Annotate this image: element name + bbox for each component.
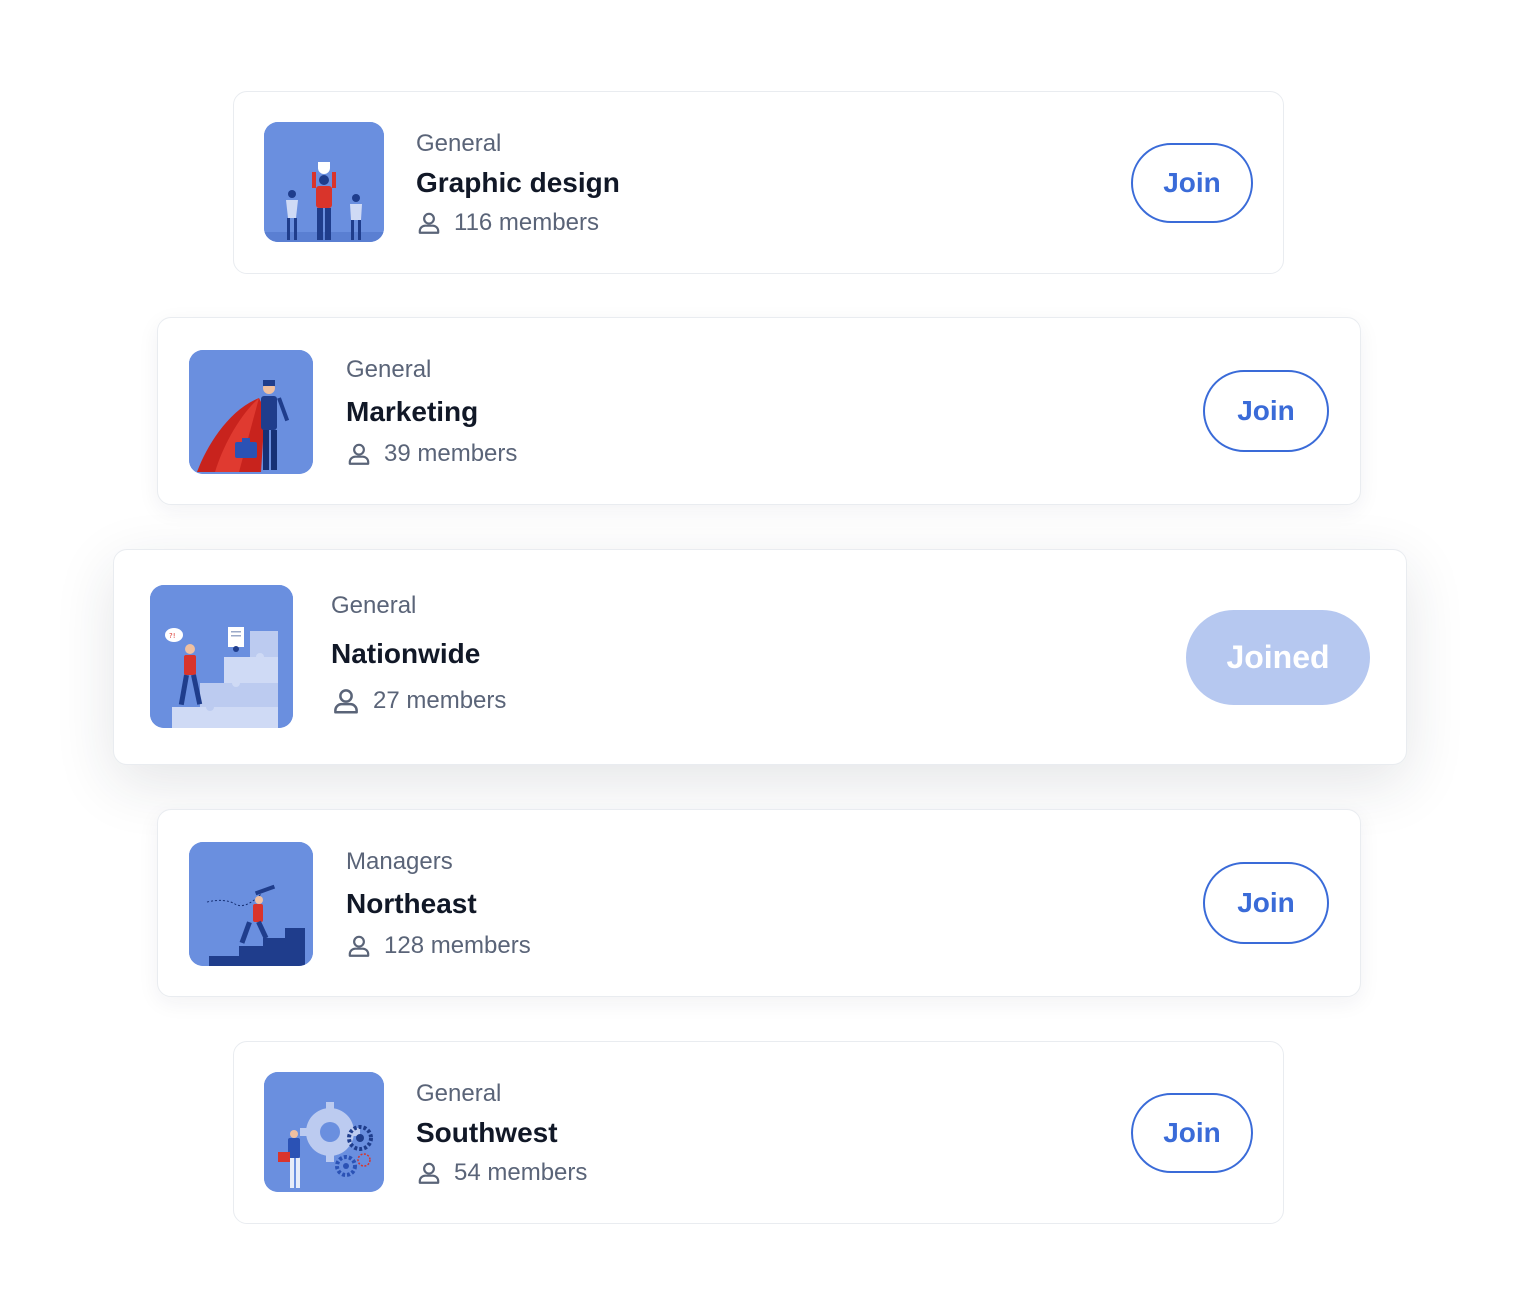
group-card-nationwide[interactable]: ?! General Nationwide 27 members Joined <box>113 549 1407 765</box>
join-button[interactable]: Join <box>1131 1093 1253 1173</box>
member-count: 128 members <box>346 932 531 960</box>
group-name: Graphic design <box>416 167 620 198</box>
group-name: Nationwide <box>331 638 481 669</box>
member-count-label: 116 members <box>454 209 599 236</box>
group-card-southwest[interactable]: General Southwest 54 members Join <box>233 1041 1284 1224</box>
gears-illustration <box>264 1072 384 1192</box>
puzzle-stairs-illustration: ?! <box>150 585 293 728</box>
group-category: Managers <box>346 848 453 875</box>
join-button[interactable]: Join <box>1203 862 1329 944</box>
joined-button[interactable]: Joined <box>1186 610 1370 705</box>
group-category: General <box>346 356 432 383</box>
group-category: General <box>331 592 417 619</box>
group-category: General <box>416 1080 502 1107</box>
member-count-label: 54 members <box>454 1159 588 1186</box>
member-count: 27 members <box>331 686 506 716</box>
superhero-businessman-illustration <box>189 350 313 474</box>
group-name: Marketing <box>346 396 479 427</box>
group-name: Northeast <box>346 888 477 919</box>
group-card-northeast[interactable]: Managers Northeast 128 members Join <box>157 809 1361 997</box>
svg-text:?!: ?! <box>169 632 176 640</box>
user-icon <box>346 933 372 959</box>
user-icon <box>416 210 442 236</box>
user-icon <box>416 1160 442 1186</box>
group-category: General <box>416 130 502 157</box>
member-count: 116 members <box>416 209 599 237</box>
join-button[interactable]: Join <box>1131 143 1253 223</box>
user-icon <box>346 441 372 467</box>
member-count-label: 128 members <box>384 932 531 959</box>
member-count: 54 members <box>416 1159 587 1187</box>
member-count-label: 39 members <box>384 440 518 467</box>
user-icon <box>331 686 361 716</box>
group-card-marketing[interactable]: General Marketing 39 members Join <box>157 317 1361 505</box>
group-card-graphic-design[interactable]: General Graphic design 116 members Join <box>233 91 1284 274</box>
team-trophy-illustration <box>264 122 384 242</box>
telescope-stairs-illustration <box>189 842 313 966</box>
member-count: 39 members <box>346 440 517 468</box>
member-count-label: 27 members <box>373 687 507 714</box>
join-button[interactable]: Join <box>1203 370 1329 452</box>
group-name: Southwest <box>416 1117 558 1148</box>
